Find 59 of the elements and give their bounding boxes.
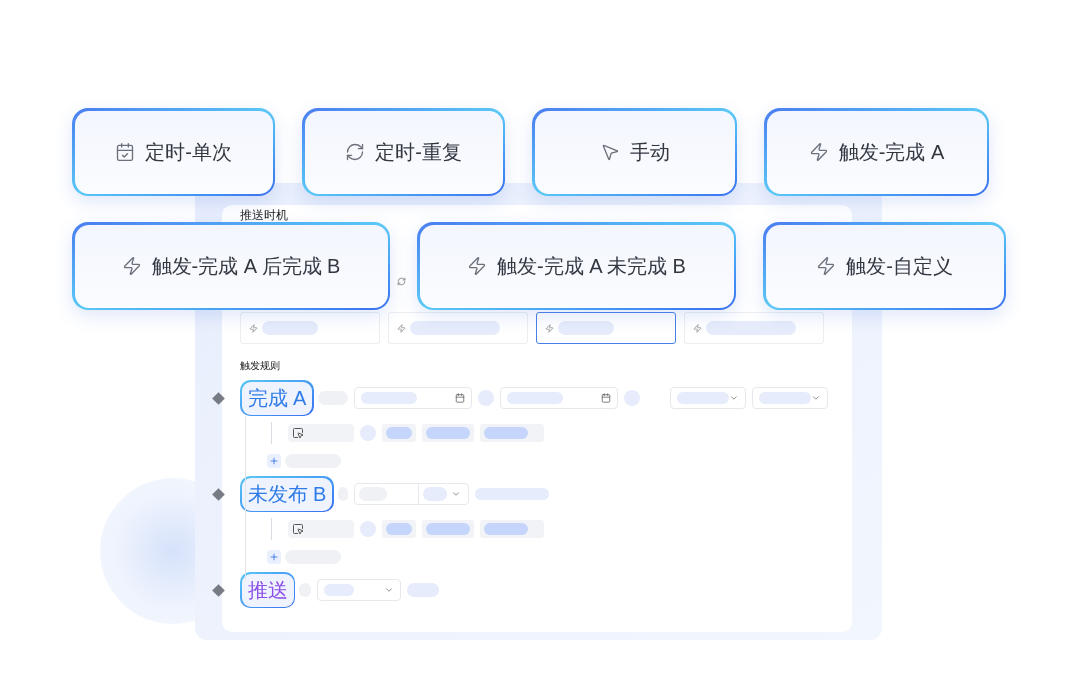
- lightning-icon: [808, 142, 829, 162]
- lightning-icon: [545, 323, 554, 333]
- select-field[interactable]: [669, 387, 746, 409]
- chevron-down-icon: [450, 489, 461, 499]
- placeholder-bar: [262, 321, 318, 335]
- placeholder-bar: [360, 392, 417, 404]
- lightning-icon: [249, 323, 258, 333]
- lightning-icon: [121, 256, 142, 276]
- refresh-icon: [397, 277, 406, 286]
- cursor-box-icon: [292, 523, 304, 535]
- option-slot[interactable]: [536, 312, 676, 344]
- refresh-icon: [345, 142, 366, 162]
- section-title: 触发规则: [240, 360, 281, 372]
- date-field[interactable]: [499, 387, 618, 409]
- calendar-icon: [454, 393, 465, 403]
- trigger-option-card[interactable]: 定时-重复: [302, 108, 505, 196]
- chevron-down-icon: [384, 585, 394, 595]
- select-field[interactable]: [751, 387, 828, 409]
- placeholder-bar: [324, 584, 354, 596]
- add-button[interactable]: [267, 454, 281, 468]
- rule-tag: 推送: [240, 572, 295, 608]
- placeholder-bar: [484, 523, 528, 535]
- rule-tag: 完成 A: [240, 380, 314, 416]
- trigger-option-card[interactable]: 触发-完成 A 未完成 B: [417, 222, 736, 310]
- placeholder-bar: [484, 427, 528, 439]
- placeholder-bar: [360, 521, 376, 537]
- calendar-icon: [600, 393, 611, 403]
- lightning-icon: [397, 323, 406, 333]
- placeholder-bar: [422, 487, 447, 501]
- date-field[interactable]: [353, 387, 472, 409]
- add-button[interactable]: [267, 550, 281, 564]
- chevron-down-icon: [811, 393, 821, 403]
- placeholder-bar: [386, 427, 412, 439]
- placeholder-bar: [506, 392, 563, 404]
- placeholder-bar: [758, 392, 812, 404]
- section-title: 推送时机: [240, 209, 289, 222]
- placeholder-bar: [477, 390, 494, 406]
- placeholder-bar: [386, 523, 412, 535]
- trigger-option-card[interactable]: 手动: [532, 108, 737, 196]
- placeholder-bar: [676, 392, 730, 404]
- select-field[interactable]: [353, 483, 469, 505]
- trigger-option-card[interactable]: 触发-完成 A 后完成 B: [72, 222, 390, 310]
- placeholder-bar: [360, 425, 376, 441]
- lightning-icon: [816, 256, 837, 276]
- placeholder-bar: [407, 583, 439, 597]
- placeholder-bar: [558, 321, 614, 335]
- rule-tag: 未发布 B: [240, 476, 334, 512]
- select-field[interactable]: [317, 579, 401, 601]
- trigger-option-card[interactable]: 触发-自定义: [763, 222, 1006, 310]
- calendar-icon: [115, 142, 136, 162]
- chevron-down-icon: [729, 393, 739, 403]
- cursor-box-icon: [292, 427, 304, 439]
- trigger-option-card[interactable]: 触发-完成 A: [764, 108, 989, 196]
- lightning-icon: [693, 323, 702, 333]
- placeholder-bar: [623, 390, 640, 406]
- placeholder-bar: [426, 523, 470, 535]
- lightning-icon: [467, 256, 488, 276]
- placeholder-bar: [426, 427, 470, 439]
- trigger-option-card[interactable]: 定时-单次: [72, 108, 275, 196]
